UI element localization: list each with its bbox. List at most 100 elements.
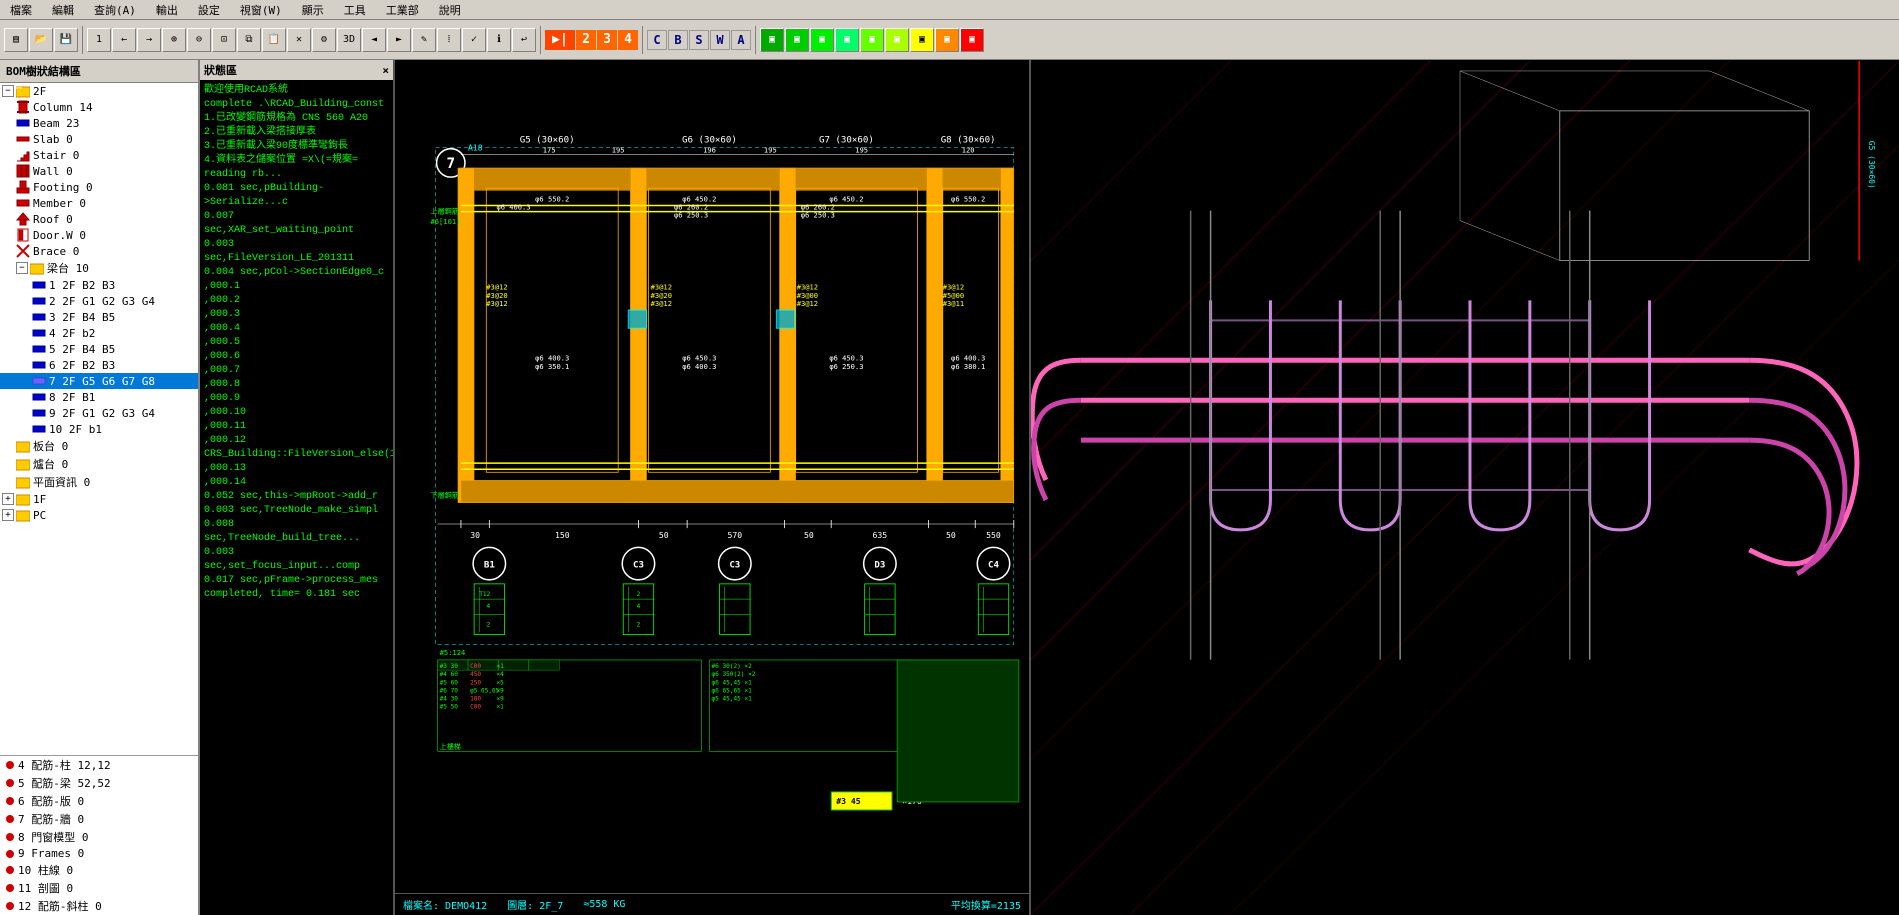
toolbar-btn-prop[interactable]: ⚙ [312,28,336,52]
tree-item-g6[interactable]: 6 2F B2 B3 [0,357,198,373]
tree-item-col14[interactable]: Column 14 [0,99,198,115]
tree-item-g9[interactable]: 9 2F G1 G2 G3 G4 [0,405,198,421]
expand-2f[interactable]: − [2,85,14,97]
menu-tools[interactable]: 工具 [338,1,372,19]
tree-item-g10[interactable]: 10 2F b1 [0,421,198,437]
toolbar-green3[interactable]: ▣ [810,28,834,52]
toolbar-btn-arr1[interactable]: ← [112,28,136,52]
cad-main-svg[interactable]: 7 A18 G5 (30×60) G6 (30×60) G7 (30×60) G… [395,60,1029,915]
menu-industry[interactable]: 工業部 [380,1,425,19]
toolbar-green1[interactable]: ▣ [760,28,784,52]
status-content[interactable]: 歡迎使用RCAD系統 complete .\RCAD_Building_cons… [200,80,393,915]
beam-g6-icon [32,358,46,372]
tree-item-beam23[interactable]: Beam 23 [0,115,198,131]
letter-c[interactable]: C [647,30,667,50]
expand-pc[interactable]: + [2,509,14,521]
num-btn-2[interactable]: 2 [576,30,596,50]
tree-item-roof0[interactable]: Roof 0 [0,211,198,227]
tree-item-bantai0[interactable]: 板台 0 [0,437,198,455]
tree-item-g5[interactable]: 5 2F B4 B5 [0,341,198,357]
expand-1f[interactable]: + [2,493,14,505]
tree-item-g2[interactable]: 2 2F G1 G2 G3 G4 [0,293,198,309]
toolbar-btn-arr3[interactable]: ◄ [362,28,386,52]
letter-a[interactable]: A [731,30,751,50]
toolbar-green5[interactable]: ▣ [860,28,884,52]
toolbar-green9[interactable]: ▣ [960,28,984,52]
tree-item-2f[interactable]: − 2F [0,83,198,99]
tree-item-g3[interactable]: 3 2F B4 B5 [0,309,198,325]
toolbar-green8[interactable]: ▣ [935,28,959,52]
toolbar-green2[interactable]: ▣ [785,28,809,52]
toolbar-btn-new[interactable]: ▤ [4,28,28,52]
toolbar-btn-copy[interactable]: ⧉ [237,28,261,52]
tree-item-pc[interactable]: + PC [0,507,198,523]
toolbar-btn-fit[interactable]: ⊡ [212,28,236,52]
menu-query[interactable]: 查詢(A) [88,1,142,19]
tree-item-wall0[interactable]: Wall 0 [0,163,198,179]
letter-s[interactable]: S [689,30,709,50]
bottom-item-5[interactable]: 5 配筋-梁 52,52 [0,774,198,792]
bottom-item-10[interactable]: 10 柱線 0 [0,861,198,879]
play-btn[interactable]: ▶| [545,30,575,50]
num-btn-4[interactable]: 4 [618,30,638,50]
dot-9 [6,850,14,858]
toolbar-btn-zoom[interactable]: ⊕ [162,28,186,52]
expand-liangtai[interactable]: − [16,262,28,274]
tree-item-slab0[interactable]: Slab 0 [0,131,198,147]
toolbar-btn-del[interactable]: ✕ [287,28,311,52]
tree-item-g4[interactable]: 4 2F b2 [0,325,198,341]
toolbar-btn-info[interactable]: ℹ [487,28,511,52]
bottom-label-10: 10 柱線 0 [18,862,73,878]
bottom-item-4[interactable]: 4 配筋-柱 12,12 [0,756,198,774]
num-btn-3[interactable]: 3 [597,30,617,50]
bottom-item-9[interactable]: 9 Frames 0 [0,846,198,861]
toolbar-btn-draw[interactable]: ✎ [412,28,436,52]
tree-item-pingmian0[interactable]: 平面資訊 0 [0,473,198,491]
toolbar-green7[interactable]: ▣ [910,28,934,52]
letter-w[interactable]: W [710,30,730,50]
menu-export[interactable]: 輸出 [150,1,184,19]
dim-175: 175 [543,146,556,155]
toolbar-btn-undo[interactable]: ↩ [512,28,536,52]
menu-help[interactable]: 說明 [433,1,467,19]
bottom-item-8[interactable]: 8 門窗模型 0 [0,828,198,846]
tree-container[interactable]: − 2F Column 14 Beam 23 Slab 0 Stair [0,83,198,755]
tree-item-brace0[interactable]: Brace 0 [0,243,198,259]
toolbar-btn-paste[interactable]: 📋 [262,28,286,52]
toolbar-btn-open[interactable]: 📂 [29,28,53,52]
letter-b[interactable]: B [668,30,688,50]
toolbar-btn-1[interactable]: 1 [87,28,111,52]
menu-edit[interactable]: 編輯 [46,1,80,19]
toolbar-btn-3d[interactable]: 3D [337,28,361,52]
bottom-item-12[interactable]: 12 配筋-斜柱 0 [0,897,198,915]
menu-settings[interactable]: 設定 [192,1,226,19]
bottom-item-7[interactable]: 7 配筋-牆 0 [0,810,198,828]
menu-file[interactable]: 檔案 [4,1,38,19]
tree-item-lutai0[interactable]: 爐台 0 [0,455,198,473]
menu-view[interactable]: 顯示 [296,1,330,19]
tree-item-doorw0[interactable]: Door.W 0 [0,227,198,243]
tree-item-g8[interactable]: 8 2F B1 [0,389,198,405]
status-close-btn[interactable]: × [382,64,389,77]
toolbar-green6[interactable]: ▣ [885,28,909,52]
tree-item-g7[interactable]: 7 2F G5 G6 G7 G8 [0,373,198,389]
roof-icon [16,212,30,226]
toolbar-btn-save[interactable]: 💾 [54,28,78,52]
toolbar-btn-arr2[interactable]: → [137,28,161,52]
right-3d-panel[interactable]: G5 (30×60) [1029,60,1899,915]
toolbar-btn-check[interactable]: ✓ [462,28,486,52]
tree-item-footing0[interactable]: Footing 0 [0,179,198,195]
toolbar-btn-zoomout[interactable]: ⊖ [187,28,211,52]
tree-item-g1[interactable]: 1 2F B2 B3 [0,277,198,293]
tree-item-member0[interactable]: Member 0 [0,195,198,211]
toolbar-btn-arr4[interactable]: ► [387,28,411,52]
bottom-item-6[interactable]: 6 配筋-版 0 [0,792,198,810]
tree-item-stair0[interactable]: Stair 0 [0,147,198,163]
bottom-item-11[interactable]: 11 剖圖 0 [0,879,198,897]
toolbar-btn-line[interactable]: ⁞ [437,28,461,52]
center-viewport[interactable]: 7 A18 G5 (30×60) G6 (30×60) G7 (30×60) G… [395,60,1029,915]
toolbar-green4[interactable]: ▣ [835,28,859,52]
menu-window[interactable]: 視窗(W) [234,1,288,19]
tree-item-liangtai10[interactable]: − 梁台 10 [0,259,198,277]
tree-item-1f[interactable]: + 1F [0,491,198,507]
